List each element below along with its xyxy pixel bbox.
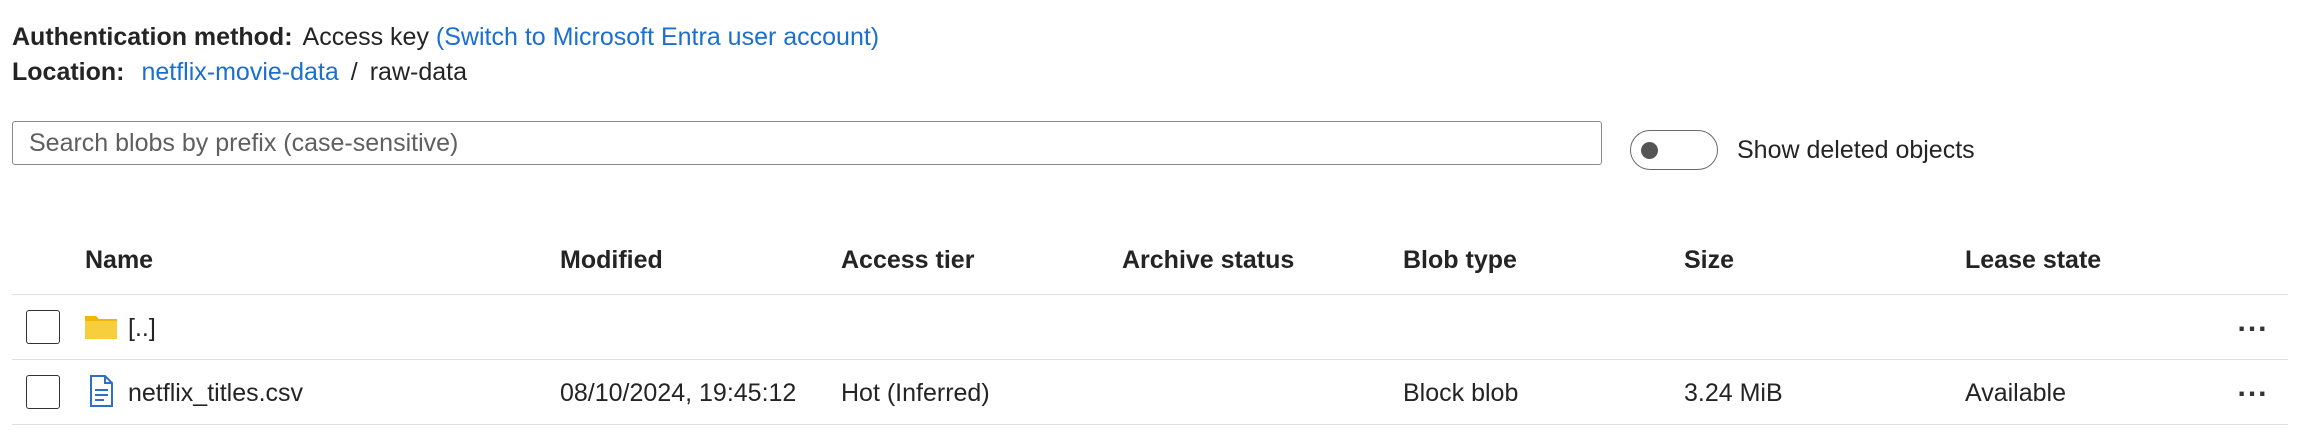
blob-list-table: Name Modified Access tier Archive status… <box>12 236 2288 425</box>
location-breadcrumb: Location: netflix-movie-data / raw-data <box>12 55 467 89</box>
auth-value: Access key <box>302 23 429 51</box>
folder-icon <box>85 316 117 339</box>
row-lease-state: Available <box>1965 379 2067 407</box>
row-name[interactable]: [..] <box>128 313 156 343</box>
table-header: Name Modified Access tier Archive status… <box>12 236 2288 295</box>
column-header-blob-type[interactable]: Blob type <box>1403 246 1517 275</box>
row-checkbox[interactable] <box>26 310 60 344</box>
row-size: 3.24 MiB <box>1684 379 1783 407</box>
more-options-icon[interactable]: ... <box>2232 372 2274 408</box>
current-folder: raw-data <box>369 58 467 86</box>
more-options-icon[interactable]: ... <box>2232 307 2274 343</box>
location-label: Location: <box>12 58 125 86</box>
row-blob-type: Block blob <box>1403 379 1519 407</box>
table-row[interactable]: netflix_titles.csv 08/10/2024, 19:45:12 … <box>12 360 2288 425</box>
breadcrumb-separator: / <box>350 58 358 86</box>
row-checkbox[interactable] <box>26 375 60 409</box>
authentication-method-row: Authentication method: Access key (Switch… <box>12 20 879 54</box>
column-header-modified[interactable]: Modified <box>560 246 663 275</box>
show-deleted-toggle[interactable] <box>1630 130 1718 170</box>
column-header-access-tier[interactable]: Access tier <box>841 246 974 275</box>
row-name[interactable]: netflix_titles.csv <box>128 378 303 408</box>
file-icon <box>90 375 113 407</box>
container-link[interactable]: netflix-movie-data <box>141 58 338 86</box>
table-row[interactable]: [..] ... <box>12 295 2288 360</box>
column-header-size[interactable]: Size <box>1684 246 1734 275</box>
row-access-tier: Hot (Inferred) <box>841 379 990 407</box>
show-deleted-label: Show deleted objects <box>1737 136 1975 164</box>
column-header-lease-state[interactable]: Lease state <box>1965 246 2101 275</box>
auth-label: Authentication method: <box>12 23 293 51</box>
toggle-knob <box>1641 142 1658 159</box>
switch-to-entra-link[interactable]: (Switch to Microsoft Entra user account) <box>436 23 879 51</box>
column-header-name[interactable]: Name <box>85 246 153 275</box>
row-modified: 08/10/2024, 19:45:12 <box>560 379 797 407</box>
search-blobs-input[interactable] <box>12 121 1602 165</box>
column-header-archive-status[interactable]: Archive status <box>1122 246 1294 275</box>
